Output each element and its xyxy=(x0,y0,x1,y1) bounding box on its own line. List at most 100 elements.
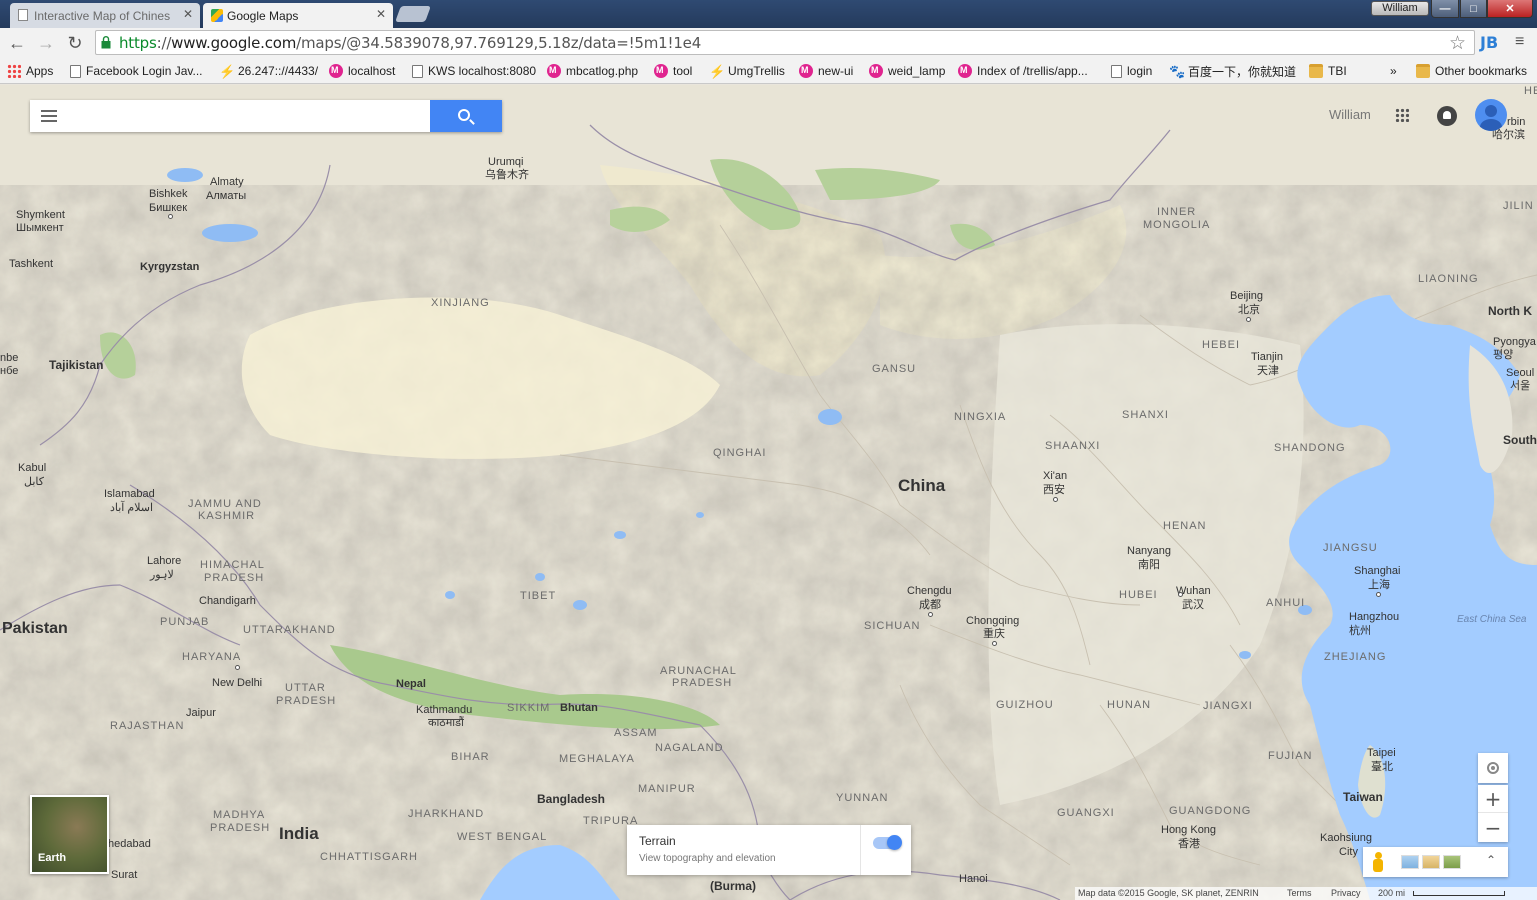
label-jharkhand: JHARKHAND xyxy=(408,808,485,820)
bookmark-kws-localhost[interactable]: KWS localhost:8080 xyxy=(412,62,536,80)
label-hunan: HUNAN xyxy=(1107,699,1152,711)
label-lahore: Lahore xyxy=(147,555,182,567)
label-surat: Surat xyxy=(111,869,138,881)
my-location-button[interactable] xyxy=(1478,753,1508,783)
label-chongqing-zh: 重庆 xyxy=(983,628,1005,640)
bookmark-26-247[interactable]: ⚡ 26.247:://4433/ xyxy=(219,62,318,80)
browser-title-bar: Interactive Map of Chinese ✕ Google Maps… xyxy=(0,0,1537,28)
bike-layer-thumbnail[interactable] xyxy=(1422,855,1440,869)
label-assam: ASSAM xyxy=(614,727,658,739)
back-button[interactable]: ← xyxy=(6,32,28,54)
transit-layer-thumbnail[interactable] xyxy=(1401,855,1419,869)
bookmark-facebook-login[interactable]: Facebook Login Jav... xyxy=(70,62,203,80)
search-button[interactable] xyxy=(430,100,502,132)
label-jilin: JILIN xyxy=(1503,200,1534,212)
traffic-layer-thumbnail[interactable] xyxy=(1443,855,1461,869)
pink-m-icon xyxy=(547,64,561,78)
page-icon xyxy=(412,64,423,78)
page-icon xyxy=(70,64,81,78)
bolt-icon: ⚡ xyxy=(219,64,236,79)
browser-toolbar: ← → ↻ https://www.google.com/maps/@34.58… xyxy=(0,28,1537,58)
address-bar[interactable]: https://www.google.com/maps/@34.5839078,… xyxy=(95,30,1475,55)
label-dushanbe-fragment: nbe xyxy=(0,352,19,364)
label-nanyang: Nanyang xyxy=(1127,545,1172,557)
earth-label: Earth xyxy=(38,852,67,864)
privacy-link[interactable]: Privacy xyxy=(1331,888,1361,898)
search-input[interactable] xyxy=(70,105,425,127)
reload-button[interactable]: ↻ xyxy=(64,32,86,54)
pink-m-icon xyxy=(799,64,813,78)
minimize-button[interactable]: — xyxy=(1431,0,1459,18)
google-apps-grid-icon[interactable] xyxy=(1395,108,1409,122)
label-beijing-zh: 北京 xyxy=(1238,304,1260,316)
notification-bell-icon[interactable] xyxy=(1437,106,1457,126)
zoom-controls: + − xyxy=(1478,785,1508,842)
zoom-out-button[interactable]: − xyxy=(1478,814,1508,842)
label-wuhan-zh: 武汉 xyxy=(1182,599,1204,611)
close-tab-icon[interactable]: ✕ xyxy=(183,7,193,21)
bookmark-localhost[interactable]: localhost xyxy=(329,62,395,80)
jetbrains-extension-icon[interactable]: JB xyxy=(1480,33,1498,52)
avatar[interactable] xyxy=(1475,99,1507,131)
map-canvas[interactable]: Urumqi 乌鲁木齐 Almaty Алматы Bishkek Бишкек… xyxy=(0,85,1537,900)
label-liaoning: LIAONING xyxy=(1418,273,1479,285)
label-guangxi: GUANGXI xyxy=(1057,807,1115,819)
bookmark-tool[interactable]: tool xyxy=(654,62,692,80)
label-bhutan: Bhutan xyxy=(560,702,598,714)
label-pakistan: Pakistan xyxy=(2,620,68,637)
label-taiwan: Taiwan xyxy=(1343,790,1383,804)
new-tab-button[interactable] xyxy=(395,6,431,22)
label-islamabad: Islamabad xyxy=(104,488,155,500)
bookmark-weid-lamp[interactable]: weid_lamp xyxy=(869,62,945,80)
tab-interactive-map[interactable]: Interactive Map of Chinese ✕ xyxy=(10,3,200,28)
chrome-menu-icon[interactable]: ≡ xyxy=(1515,33,1524,51)
label-taipei-zh: 臺北 xyxy=(1371,761,1393,773)
label-west-bengal: WEST BENGAL xyxy=(457,831,548,843)
maximize-button[interactable]: □ xyxy=(1460,0,1487,18)
city-marker xyxy=(168,214,173,219)
terrain-card[interactable]: Terrain View topography and elevation xyxy=(627,825,911,875)
label-chengdu-zh: 成都 xyxy=(919,599,941,611)
bookmark-star-icon[interactable]: ☆ xyxy=(1449,32,1466,55)
other-bookmarks-folder[interactable]: Other bookmarks xyxy=(1416,62,1527,80)
forward-button[interactable]: → xyxy=(35,32,57,54)
bookmark-tbi-folder[interactable]: TBI xyxy=(1309,62,1347,80)
zoom-in-button[interactable]: + xyxy=(1478,785,1508,813)
label-sikkim: SIKKIM xyxy=(507,702,551,714)
city-marker xyxy=(1376,592,1381,597)
label-tashkent: Tashkent xyxy=(9,258,54,270)
label-arunachal-pradesh: PRADESH xyxy=(672,677,733,689)
bookmark-apps[interactable]: Apps xyxy=(7,62,53,80)
close-window-button[interactable]: ✕ xyxy=(1487,0,1533,18)
profile-button[interactable]: William xyxy=(1371,1,1429,16)
label-manipur: MANIPUR xyxy=(638,783,696,795)
bookmark-login[interactable]: login xyxy=(1111,62,1152,80)
close-tab-icon[interactable]: ✕ xyxy=(376,7,386,21)
label-heilongjiang-fragment: HE xyxy=(1524,85,1537,97)
bookmarks-overflow-button[interactable]: » xyxy=(1390,62,1397,80)
search-icon xyxy=(458,109,470,121)
hamburger-menu-icon[interactable] xyxy=(41,110,57,122)
label-kaohsiung-city: City xyxy=(1339,846,1358,858)
bookmark-baidu[interactable]: 🐾 百度一下，你就知道 xyxy=(1169,62,1296,80)
location-target-icon xyxy=(1487,762,1499,774)
label-shanghai-zh: 上海 xyxy=(1368,579,1390,591)
earth-view-toggle[interactable]: Earth xyxy=(30,795,109,874)
label-himachal: HIMACHAL xyxy=(200,559,265,571)
bookmark-mbcatlog[interactable]: mbcatlog.php xyxy=(547,62,638,80)
bookmark-new-ui[interactable]: new-ui xyxy=(799,62,853,80)
label-madhya: MADHYA xyxy=(213,809,266,821)
folder-icon xyxy=(1416,64,1430,78)
label-henan: HENAN xyxy=(1163,520,1207,532)
label-hangzhou: Hangzhou xyxy=(1349,611,1400,623)
bookmark-umgtrellis[interactable]: ⚡ UmgTrellis xyxy=(709,62,785,80)
expand-layers-icon[interactable]: ⌃ xyxy=(1486,853,1496,867)
tab-google-maps[interactable]: Google Maps ✕ xyxy=(203,3,393,28)
label-hanoi: Hanoi xyxy=(959,873,988,885)
label-ningxia: NINGXIA xyxy=(954,411,1007,423)
terms-link[interactable]: Terms xyxy=(1287,888,1312,898)
bookmark-index-of-trellis[interactable]: Index of /trellis/app... xyxy=(958,62,1088,80)
pegman-icon[interactable] xyxy=(1373,852,1383,872)
label-fujian: FUJIAN xyxy=(1268,750,1313,762)
terrain-toggle-switch[interactable] xyxy=(873,835,902,850)
